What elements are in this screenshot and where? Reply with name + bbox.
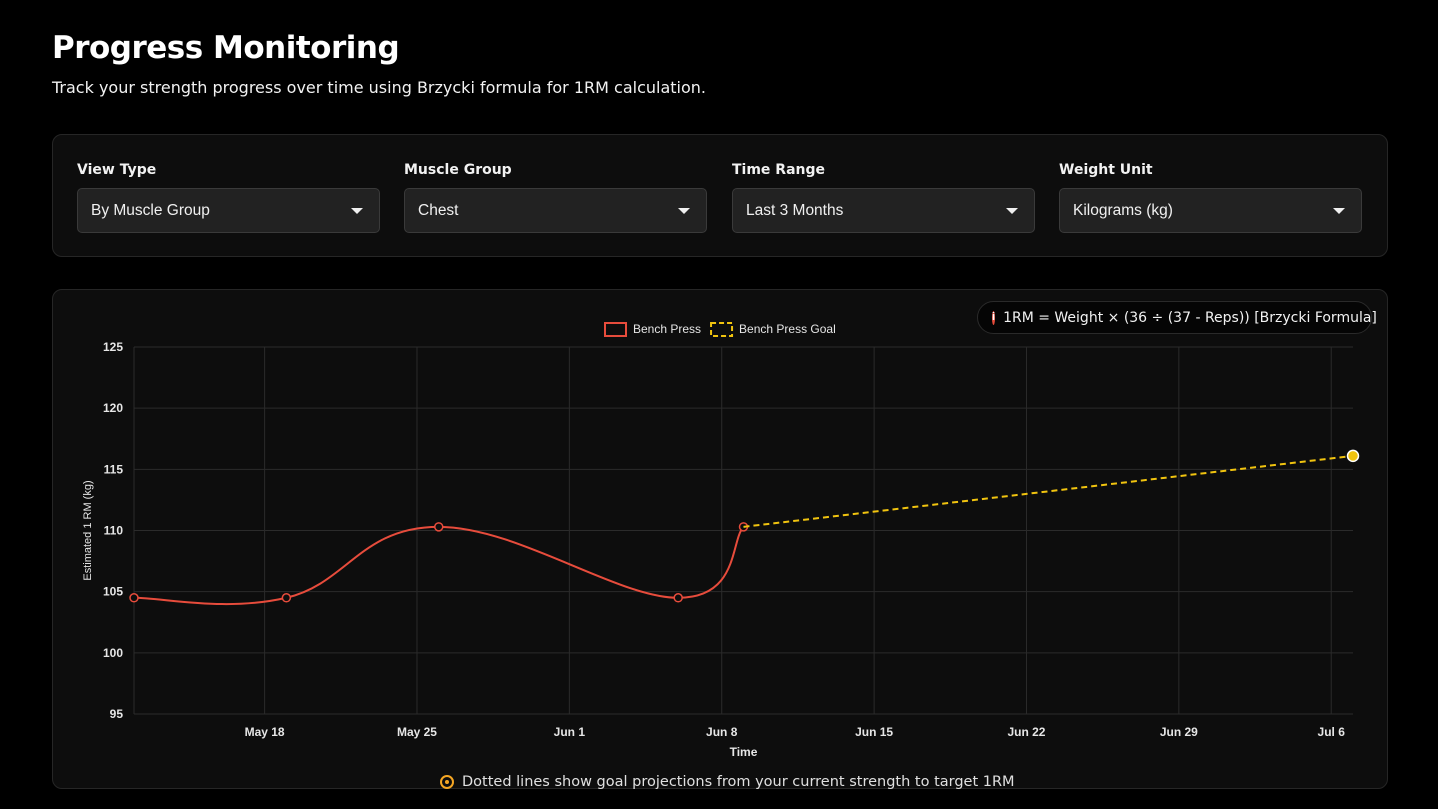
x-tick-label: Jun 1: [554, 725, 586, 739]
data-point[interactable]: [434, 522, 444, 532]
chart-legend[interactable]: Bench Press Bench Press Goal: [604, 322, 836, 337]
x-tick-label: May 25: [397, 725, 437, 739]
legend-swatch[interactable]: [710, 322, 734, 337]
legend-label[interactable]: Bench Press Goal: [739, 322, 836, 336]
caret-down-icon: [1333, 207, 1345, 214]
goal-series-line: [743, 454, 1354, 528]
x-tick-label: May 18: [245, 725, 285, 739]
caret-down-icon: [351, 207, 363, 214]
muscle-group-label: Muscle Group: [404, 162, 512, 178]
time-range-filter: Time Range Last 3 Months: [732, 162, 1035, 233]
y-tick-label: 115: [104, 462, 124, 476]
time-range-value: Last 3 Months: [746, 201, 844, 219]
y-axis-title: Estimated 1 RM (kg): [82, 480, 94, 580]
y-tick-label: 125: [103, 340, 123, 354]
x-tick-label: Jun 15: [855, 725, 893, 739]
muscle-group-filter: Muscle Group Chest: [404, 162, 707, 233]
data-point[interactable]: [673, 593, 683, 603]
chart-series: [129, 449, 1360, 606]
time-range-label: Time Range: [732, 162, 826, 178]
muscle-group-select[interactable]: Chest: [404, 188, 707, 233]
x-tick-label: Jun 8: [706, 725, 738, 739]
y-tick-label: 110: [104, 524, 124, 538]
caret-down-icon: [678, 207, 690, 214]
time-range-select[interactable]: Last 3 Months: [732, 188, 1035, 233]
chart-axes: 95 100 105 110 115 120 125 May 18 May 25 Jun 1 Jun…: [82, 340, 1345, 759]
legend-swatch[interactable]: [604, 322, 627, 337]
y-tick-label: 120: [103, 401, 123, 415]
page-subtitle: Track your strength progress over time u…: [52, 78, 706, 97]
x-axis-title: Time: [730, 745, 758, 759]
view-type-filter: View Type By Muscle Group: [77, 162, 380, 233]
legend-label[interactable]: Bench Press: [633, 322, 701, 336]
goal-point[interactable]: [1346, 449, 1360, 463]
y-tick-label: 95: [110, 707, 124, 721]
weight-unit-label: Weight Unit: [1059, 162, 1153, 178]
filter-panel: View Type By Muscle Group Muscle Group C…: [52, 134, 1388, 257]
page-title: Progress Monitoring: [52, 30, 400, 66]
data-point[interactable]: [281, 593, 292, 603]
caret-down-icon: [1006, 207, 1018, 214]
view-type-select[interactable]: By Muscle Group: [77, 188, 380, 233]
footer-note-text: Dotted lines show goal projections from …: [462, 774, 1015, 790]
x-tick-label: Jul 6: [1318, 725, 1346, 739]
x-tick-label: Jun 29: [1160, 725, 1198, 739]
muscle-group-value: Chest: [418, 201, 459, 219]
target-icon: [440, 775, 454, 789]
weight-unit-select[interactable]: Kilograms (kg): [1059, 188, 1362, 233]
view-type-label: View Type: [77, 162, 157, 178]
x-tick-label: Jun 22: [1007, 725, 1045, 739]
bench-press-series-line: [133, 525, 745, 606]
data-point[interactable]: [129, 593, 139, 603]
progress-chart: 95 100 105 110 115 120 125 May 18 May 25 Jun 1 Jun…: [82, 322, 1360, 759]
view-type-value: By Muscle Group: [91, 201, 210, 219]
y-tick-label: 105: [103, 585, 123, 599]
weight-unit-value: Kilograms (kg): [1073, 201, 1173, 219]
weight-unit-filter: Weight Unit Kilograms (kg): [1059, 162, 1362, 233]
footer-note: Dotted lines show goal projections from …: [440, 774, 1015, 790]
y-tick-label: 100: [103, 646, 123, 660]
chart-panel: i 1RM = Weight × (36 ÷ (37 - Reps)) [Brz…: [52, 289, 1388, 789]
